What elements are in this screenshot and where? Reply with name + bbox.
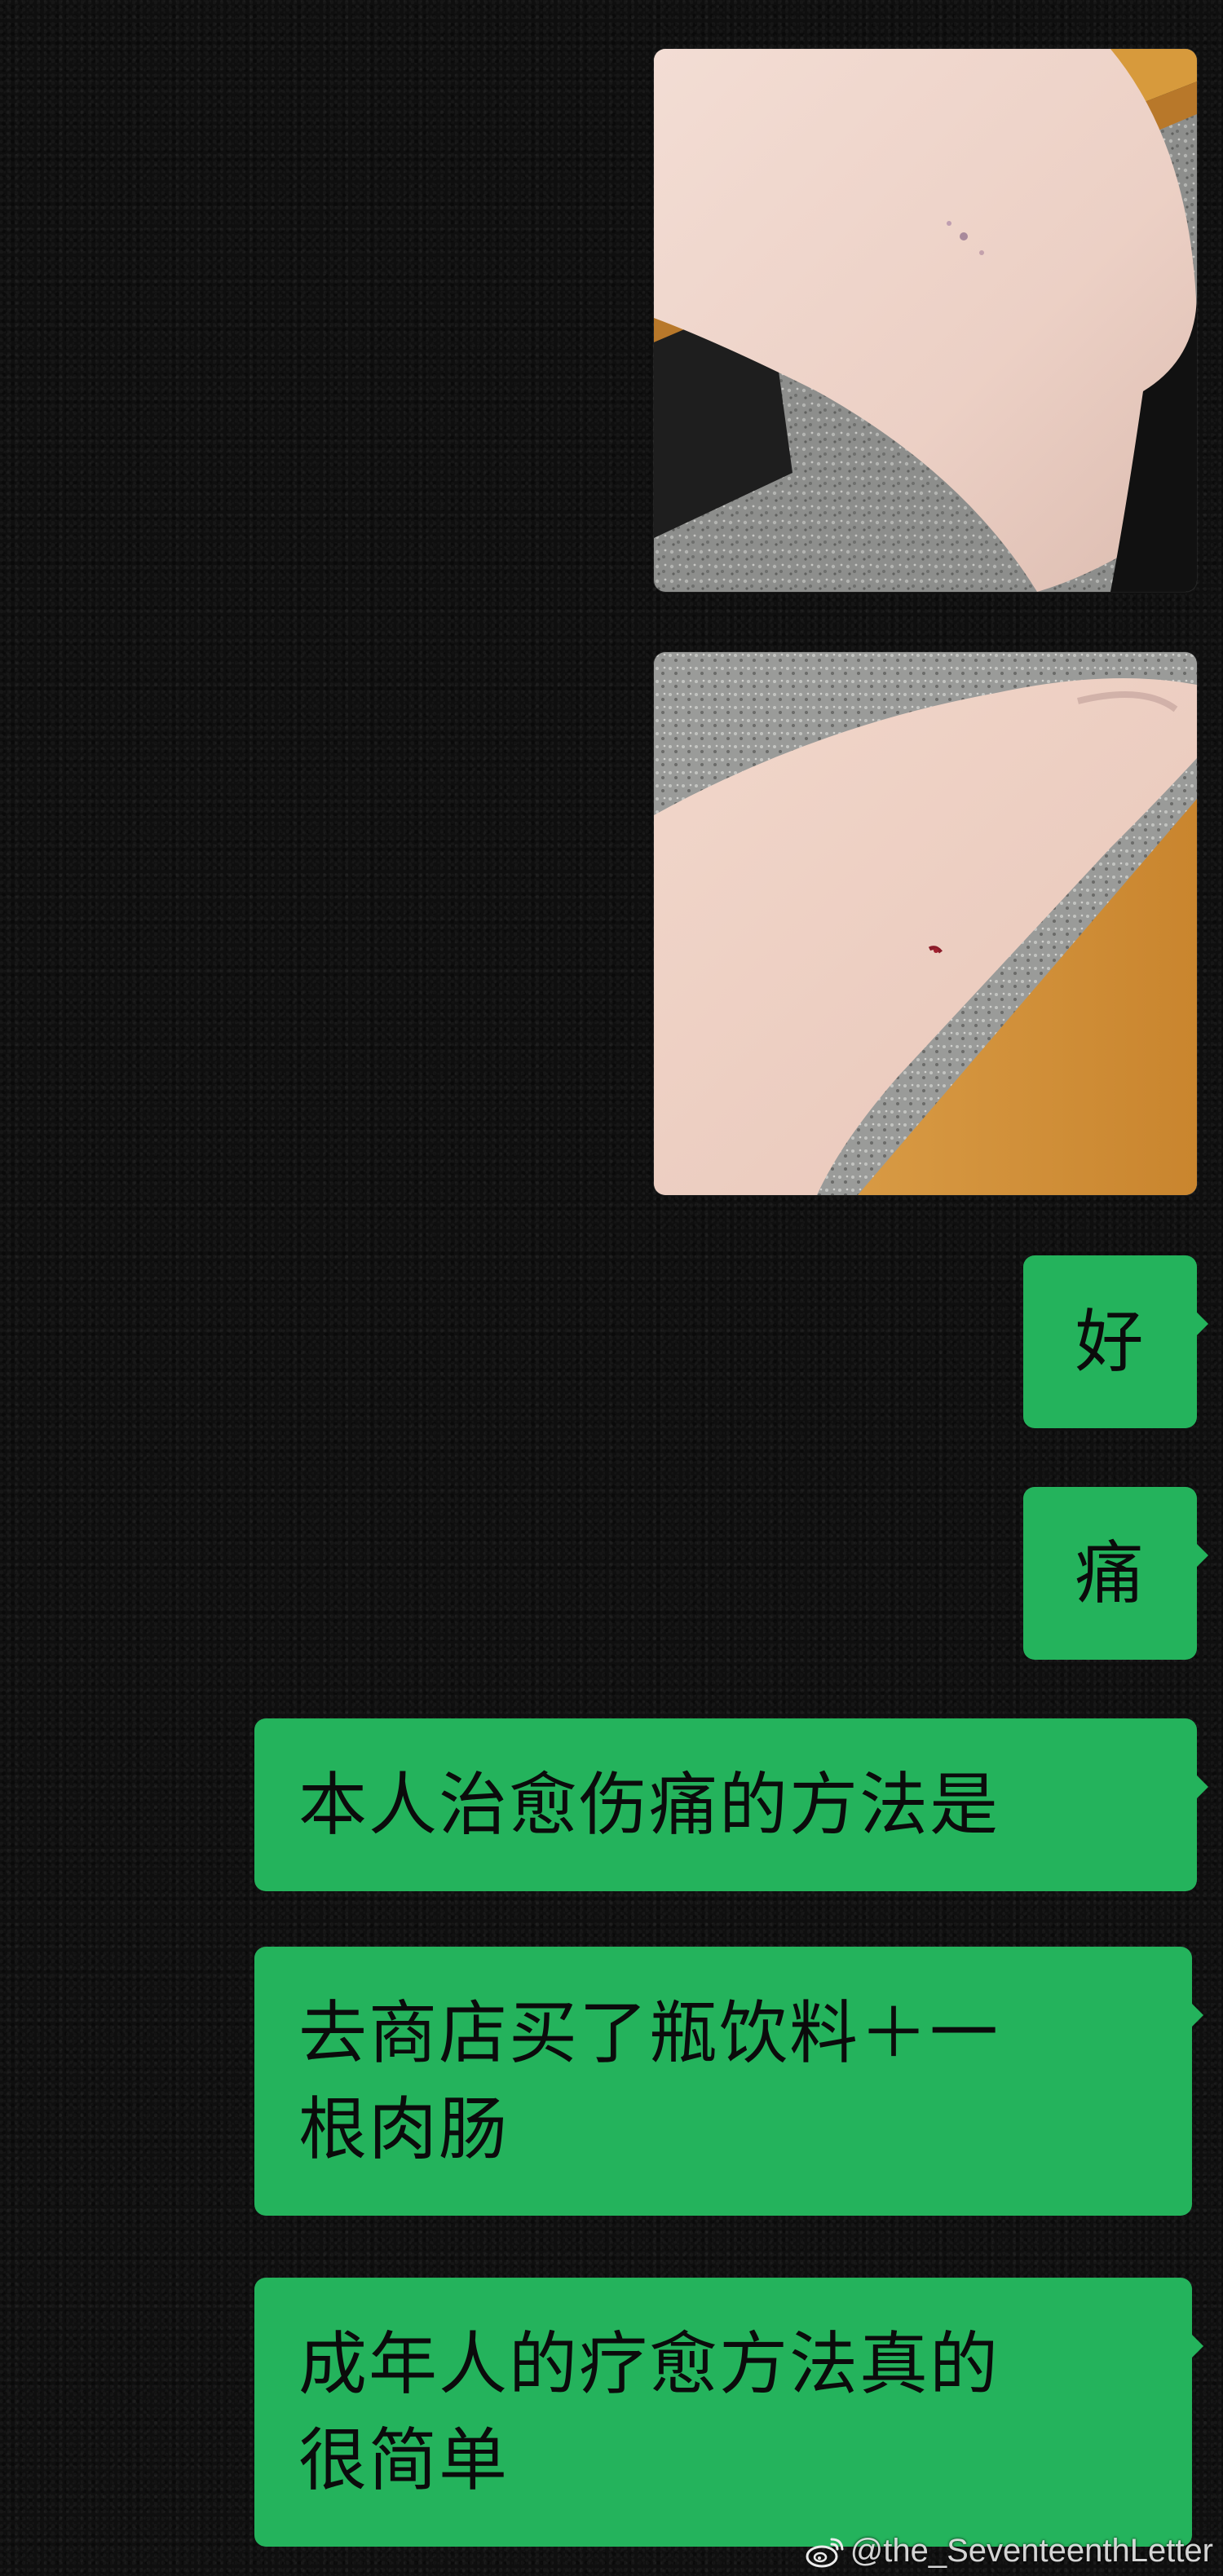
forearm-photo-1: [654, 49, 1197, 592]
bubble-tail: [1190, 2333, 1203, 2359]
weibo-logo-icon: [805, 2534, 846, 2569]
message-bubble-method[interactable]: 本人治愈伤痛的方法是: [254, 1718, 1208, 1891]
chat-area: 好 痛 本人治愈伤痛的方法是 去商店买了瓶饮料＋一 根肉肠 成年人的疗愈方法真的…: [0, 0, 1223, 2576]
message-bubble-healing[interactable]: 成年人的疗愈方法真的 很简单: [254, 2278, 1203, 2547]
message-text: 好: [1075, 1302, 1146, 1382]
message-bubble-tong[interactable]: 痛: [1023, 1487, 1208, 1660]
bubble-tail: [1190, 2002, 1203, 2028]
bubble-tail: [1195, 1774, 1208, 1800]
message-text-line-2: 很简单: [298, 2420, 510, 2500]
message-text: 痛: [1075, 1533, 1146, 1613]
watermark: @the_SeventeenthLetter: [805, 2533, 1213, 2569]
photo-message-forearm-bench[interactable]: [654, 49, 1197, 592]
watermark-text: @the_SeventeenthLetter: [850, 2533, 1213, 2569]
message-bubble-store[interactable]: 去商店买了瓶饮料＋一 根肉肠: [254, 1947, 1203, 2216]
bubble-tail: [1195, 1311, 1208, 1337]
message-bubble-hao[interactable]: 好: [1023, 1255, 1208, 1428]
message-text-line-1: 成年人的疗愈方法真的: [298, 2324, 1000, 2404]
message-text: 本人治愈伤痛的方法是: [298, 1765, 1000, 1845]
message-text-line-1: 去商店买了瓶饮料＋一: [298, 1993, 1000, 2073]
bubble-tail: [1195, 1542, 1208, 1568]
message-text-line-2: 根肉肠: [298, 2089, 510, 2169]
forearm-photo-2: [654, 652, 1197, 1195]
photo-message-forearm-scratch[interactable]: [654, 652, 1197, 1195]
